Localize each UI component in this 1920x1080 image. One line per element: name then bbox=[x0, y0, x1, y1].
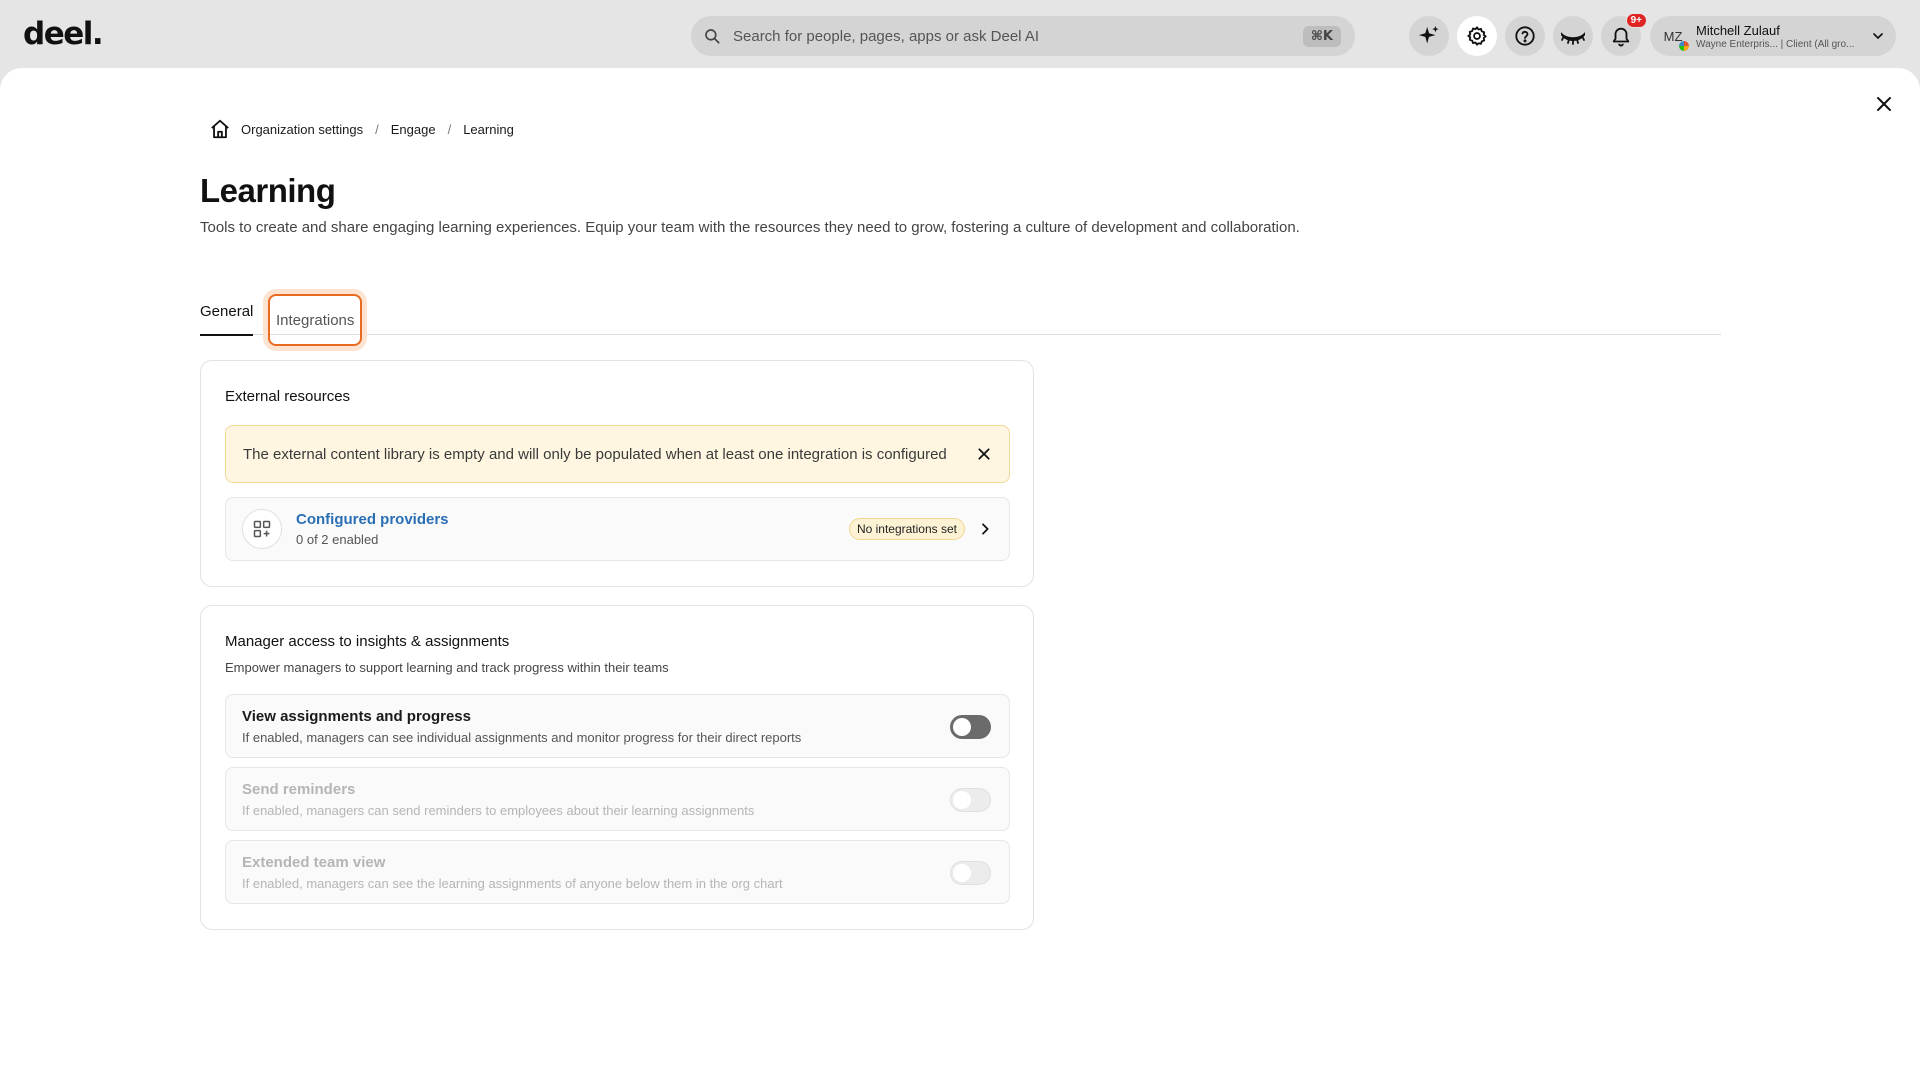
chevron-right-icon bbox=[982, 523, 989, 535]
search-input[interactable]: Search for people, pages, apps or ask De… bbox=[733, 28, 1303, 45]
setting-title: View assignments and progress bbox=[242, 708, 471, 725]
manager-access-title: Manager access to insights & assignments bbox=[225, 633, 510, 650]
breadcrumb-separator: / bbox=[375, 121, 379, 137]
breadcrumb-separator: / bbox=[447, 121, 452, 137]
user-subtitle: Wayne Enterpris... | Client (All gro... bbox=[1696, 38, 1855, 50]
page-title: Learning bbox=[200, 172, 336, 209]
external-resources-title: External resources bbox=[225, 388, 351, 405]
settings-button[interactable] bbox=[1457, 16, 1497, 56]
manager-access-description: Empower managers to support learning and… bbox=[225, 660, 669, 675]
page-description: Tools to create and share engaging learn… bbox=[200, 219, 1300, 236]
setting-subtitle: If enabled, managers can see individual … bbox=[242, 730, 802, 745]
configured-providers-row[interactable]: Configured providers 0 of 2 enabled No i… bbox=[225, 497, 1010, 561]
chevron-down-icon bbox=[1873, 33, 1883, 39]
close-icon[interactable] bbox=[977, 447, 991, 461]
setting-extended-team-view: Extended team view If enabled, managers … bbox=[225, 840, 1010, 904]
user-name: Mitchell Zulauf bbox=[1696, 22, 1780, 38]
breadcrumb: Organization settings / Engage / Learnin… bbox=[209, 118, 514, 140]
global-search[interactable]: Search for people, pages, apps or ask De… bbox=[691, 16, 1355, 56]
breadcrumb-engage[interactable]: Engage bbox=[391, 122, 436, 137]
send-reminders-toggle[interactable] bbox=[950, 788, 991, 812]
setting-view-assignments: View assignments and progress If enabled… bbox=[225, 694, 1010, 758]
breadcrumb-learning: Learning bbox=[463, 121, 514, 137]
gear-icon bbox=[1467, 26, 1487, 46]
tab-integrations[interactable]: Integrations bbox=[268, 294, 363, 346]
setting-title: Extended team view bbox=[242, 854, 386, 871]
breadcrumb-organization-settings[interactable]: Organization settings bbox=[241, 122, 363, 137]
search-icon bbox=[705, 29, 720, 44]
setting-title: Send reminders bbox=[242, 781, 356, 798]
ai-sparkle-button[interactable] bbox=[1409, 16, 1449, 56]
view-assignments-toggle[interactable] bbox=[950, 715, 991, 739]
extended-team-view-toggle[interactable] bbox=[950, 861, 991, 885]
help-button[interactable] bbox=[1505, 16, 1545, 56]
privacy-mode-button[interactable] bbox=[1553, 16, 1593, 56]
deel-logo[interactable]: deel. bbox=[23, 16, 104, 52]
tab-general[interactable]: General bbox=[200, 287, 254, 336]
notification-count-badge: 9+ bbox=[1625, 13, 1647, 28]
search-shortcut-hint: ⌘K bbox=[1302, 25, 1341, 47]
apps-add-icon bbox=[242, 509, 282, 549]
setting-subtitle: If enabled, managers can see the learnin… bbox=[242, 876, 783, 891]
manager-access-card: Manager access to insights & assignments… bbox=[200, 605, 1034, 930]
home-icon[interactable] bbox=[209, 118, 231, 140]
close-icon bbox=[1877, 97, 1891, 111]
bell-icon bbox=[1612, 27, 1630, 47]
empty-library-alert: The external content library is empty an… bbox=[225, 425, 1010, 483]
tab-bar: General Integrations bbox=[200, 287, 1721, 346]
avatar-initials: MZ bbox=[1663, 28, 1683, 44]
status-badge: No integrations set bbox=[848, 518, 965, 540]
notifications-button[interactable]: 9+ bbox=[1601, 13, 1647, 56]
avatar: MZ bbox=[1658, 21, 1689, 51]
eye-closed-icon bbox=[1561, 32, 1585, 45]
providers-enabled-count: 0 of 2 enabled bbox=[296, 532, 379, 547]
configured-providers-link[interactable]: Configured providers bbox=[296, 511, 849, 528]
setting-send-reminders: Send reminders If enabled, managers can … bbox=[225, 767, 1010, 831]
sparkle-icon bbox=[1418, 25, 1439, 44]
alert-message: The external content library is empty an… bbox=[243, 445, 947, 463]
user-menu[interactable]: MZ Mitchell Zulauf Wayne Enterpris... | … bbox=[1650, 16, 1896, 56]
help-icon bbox=[1515, 26, 1535, 46]
close-button[interactable] bbox=[1872, 92, 1896, 116]
settings-panel: Organization settings / Engage / Learnin… bbox=[0, 68, 1920, 1080]
external-resources-card: External resources The external content … bbox=[200, 360, 1034, 587]
setting-subtitle: If enabled, managers can send reminders … bbox=[242, 803, 755, 818]
org-logo-icon bbox=[1679, 41, 1689, 51]
top-bar: deel. Search for people, pages, apps or … bbox=[0, 0, 1920, 70]
